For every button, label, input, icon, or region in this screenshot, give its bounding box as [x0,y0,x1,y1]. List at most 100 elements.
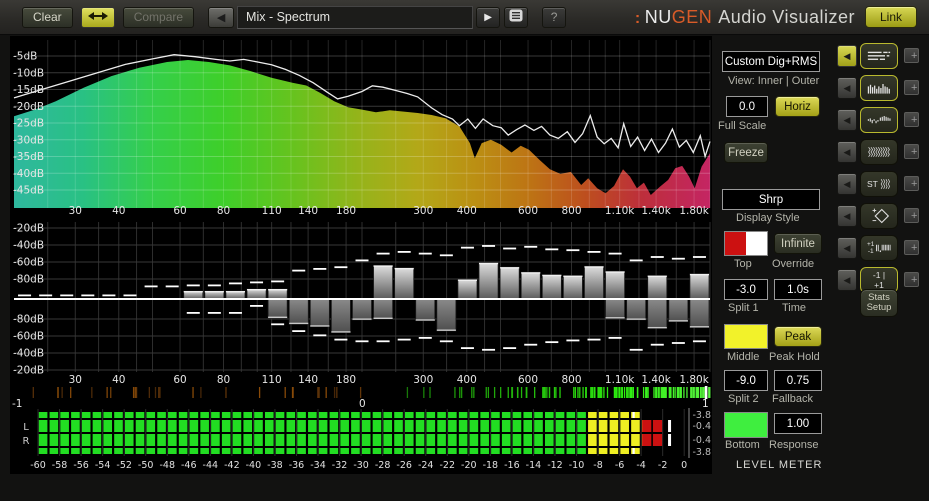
preset-next-button[interactable]: ▶ [476,6,501,28]
override-button[interactable]: Infinite [774,233,822,254]
peak-hold-button[interactable]: Peak [774,326,822,347]
preset-name-field[interactable]: Mix - Spectrum [237,5,474,29]
logo-nu: NU [644,6,672,27]
svg-text:-46: -46 [181,460,197,471]
split1-value-box[interactable]: -3.0 [724,279,768,300]
svg-text:60: 60 [173,205,186,217]
spectrum-grid [14,40,711,208]
preset-menu-button[interactable] [504,6,529,28]
svg-text:30: 30 [69,205,82,217]
svg-text:1.40k: 1.40k [641,374,671,386]
svg-text:-18: -18 [483,460,499,471]
level-meter-section-label: LEVEL METER [736,459,823,471]
svg-text:1.40k: 1.40k [641,205,671,217]
time-label: Time [782,302,807,314]
list-menu-icon [509,9,523,25]
link-button[interactable]: Link [864,6,917,28]
spectrum-dots-icon[interactable] [860,107,898,133]
preset-prev-button[interactable]: ◀ [208,6,235,28]
peak-hold-label: Peak Hold [769,351,820,363]
rack-arrow-2[interactable]: ◀ [837,77,857,99]
full-scale-value-box[interactable]: 0.0 [726,96,768,117]
time-value-box[interactable]: 1.0s [774,279,822,300]
correlation-labels: -1 0 1 [12,398,709,408]
svg-text:-25dB: -25dB [13,118,44,130]
svg-text:-20: -20 [461,460,477,471]
stereo-spectrogram-icon[interactable]: ST [860,171,898,197]
svg-text:-14: -14 [526,460,542,471]
spectrum-bars-icon[interactable] [860,75,898,101]
svg-text:-38: -38 [267,460,283,471]
correlation-spectrum-icon[interactable]: +1 -1 [860,235,898,261]
rack-row-level-meter: ◀ + [835,43,929,69]
rack-arrow-4[interactable]: ◀ [837,141,857,163]
stats-line1: Stats [868,291,890,303]
rack-arrow-3[interactable]: ◀ [837,109,857,131]
svg-text:-54: -54 [95,460,111,471]
svg-text:-30dB: -30dB [13,134,44,146]
svg-text:0: 0 [359,398,366,408]
svg-text:-35dB: -35dB [13,151,44,163]
svg-text:1.10k: 1.10k [605,374,635,386]
rack-add-6[interactable]: + [904,208,919,223]
compare-button[interactable]: Compare [122,6,195,28]
svg-text:-40: -40 [246,460,262,471]
freeze-button[interactable]: Freeze [724,142,768,163]
svg-text:400: 400 [457,374,477,386]
clear-button[interactable]: Clear [22,6,73,28]
help-button[interactable]: ? [542,6,567,28]
svg-text:800: 800 [561,374,581,386]
svg-text:80: 80 [217,205,230,217]
svg-text:-28: -28 [375,460,391,471]
toolbar: Clear Compare ◀ Mix - Spectrum ▶ ? : NU G… [0,0,929,35]
svg-text:L: L [23,422,29,433]
response-value-box[interactable]: 1.00 [774,413,822,434]
svg-text:-24: -24 [418,460,434,471]
mode-value-box[interactable]: Custom Dig+RMS [722,51,820,72]
svg-text:30: 30 [69,374,82,386]
rack-add-4[interactable]: + [904,144,919,159]
top-color-swatch[interactable] [724,231,768,256]
rack-add-3[interactable]: + [904,112,919,127]
correlation-ticks [32,387,711,398]
svg-text:-20dB: -20dB [13,365,44,377]
meter-scale-labels: -60 -58 -56 -54 -52 -50 -48 -46 -44 -42 -40 -38 -36-… [30,460,687,471]
rack-add-1[interactable]: + [904,48,919,63]
horiz-button[interactable]: Horiz [775,96,820,117]
svg-text:-80dB: -80dB [13,314,44,326]
svg-text:-60dB: -60dB [13,257,44,269]
svg-text:140: 140 [298,374,318,386]
rack-add-8[interactable]: + [904,272,919,287]
rack-arrow-7[interactable]: ◀ [837,237,857,259]
svg-text:-80dB: -80dB [13,274,44,286]
rack-row-spectrum-bars: ◀ + [835,75,929,101]
stats-setup-button[interactable]: Stats Setup [860,289,898,317]
bottom-color-swatch[interactable] [724,412,768,438]
svg-text:-42: -42 [224,460,240,471]
rack-arrow-1[interactable]: ◀ [837,45,857,67]
svg-text:-34: -34 [310,460,326,471]
meter-channel-labels: LR [23,422,30,447]
rack-arrow-5[interactable]: ◀ [837,173,857,195]
middle-color-swatch[interactable] [724,324,768,349]
svg-text:-2: -2 [658,460,667,471]
plugin-window: Clear Compare ◀ Mix - Spectrum ▶ ? : NU G… [0,0,929,501]
swap-ab-button[interactable] [80,6,115,28]
display-style-value-box[interactable]: Shrp [722,189,820,210]
vectorscope-icon[interactable] [860,203,898,229]
split2-value-box[interactable]: -9.0 [724,370,768,391]
level-meter-icon[interactable] [860,43,898,69]
svg-text:-4: -4 [636,460,645,471]
fallback-value-box[interactable]: 0.75 [774,370,822,391]
minus-one-label: -1 [867,248,874,255]
svg-text:-20dB: -20dB [13,223,44,235]
svg-text:-8: -8 [593,460,602,471]
rack-add-7[interactable]: + [904,240,919,255]
rack-add-5[interactable]: + [904,176,919,191]
rack-add-2[interactable]: + [904,80,919,95]
svg-text:1.10k: 1.10k [605,205,635,217]
rack-arrow-6[interactable]: ◀ [837,205,857,227]
rack-arrow-8[interactable]: ◀ [837,269,857,291]
fallback-label: Fallback [772,393,813,405]
spectrogram-icon[interactable] [860,139,898,165]
